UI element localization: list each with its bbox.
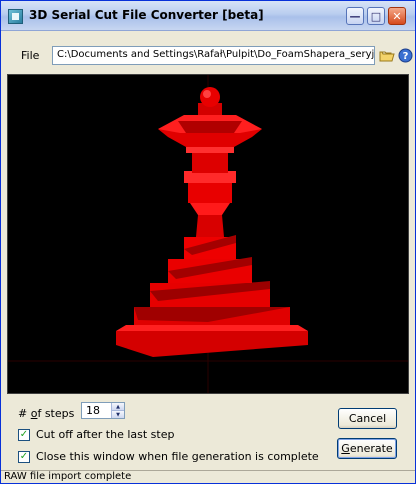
browse-button[interactable]: [377, 46, 396, 65]
spin-down-icon[interactable]: ▼: [111, 410, 124, 418]
model-preview-canvas: [8, 75, 408, 393]
title-bar[interactable]: 3D Serial Cut File Converter [beta] — □ …: [1, 1, 415, 31]
steps-value[interactable]: 18: [86, 404, 100, 417]
status-bar: RAW file import complete: [1, 470, 415, 483]
svg-text:?: ?: [403, 51, 409, 62]
help-button[interactable]: ?: [396, 46, 415, 65]
spin-up-icon[interactable]: ▲: [111, 403, 124, 410]
close-icon: ✕: [392, 9, 402, 23]
minimize-icon: —: [349, 9, 361, 23]
steps-label: # of steps: [18, 407, 74, 420]
status-text: RAW file import complete: [4, 471, 132, 482]
minimize-button[interactable]: —: [346, 7, 364, 25]
close-window-option[interactable]: ✓ Close this window when file generation…: [18, 450, 319, 463]
close-window-label: Close this window when file generation i…: [36, 450, 319, 463]
converter-window: 3D Serial Cut File Converter [beta] — □ …: [0, 0, 416, 484]
file-path-field[interactable]: C:\Documents and Settings\Rafał\Pulpit\D…: [52, 46, 375, 65]
model-preview[interactable]: [7, 74, 409, 394]
close-button[interactable]: ✕: [388, 7, 406, 25]
maximize-button[interactable]: □: [367, 7, 385, 25]
cancel-button[interactable]: Cancel: [338, 408, 397, 429]
file-row: File C:\Documents and Settings\Rafał\Pul…: [1, 45, 415, 69]
steps-spinner[interactable]: 18 ▲ ▼: [81, 402, 125, 419]
app-icon: [8, 9, 23, 24]
maximize-icon: □: [370, 9, 382, 23]
options-panel: # of steps 18 ▲ ▼ ✓ Cut off after the la…: [1, 397, 415, 469]
close-window-checkbox[interactable]: ✓: [18, 450, 30, 463]
cut-off-label: Cut off after the last step: [36, 428, 175, 441]
cancel-button-label: Cancel: [348, 412, 387, 425]
window-title: 3D Serial Cut File Converter [beta]: [29, 8, 264, 22]
steps-label-rest: f steps: [37, 407, 75, 420]
generate-mnemonic: G: [341, 442, 350, 455]
generate-label-rest: enerate: [349, 442, 393, 455]
cut-off-checkbox[interactable]: ✓: [18, 428, 30, 441]
steps-spinner-arrows: ▲ ▼: [111, 403, 124, 418]
steps-label-prefix: #: [18, 407, 28, 420]
cut-off-option[interactable]: ✓ Cut off after the last step: [18, 428, 174, 441]
folder-open-icon: [379, 51, 395, 61]
generate-button[interactable]: Generate: [337, 438, 397, 459]
file-label: File: [21, 49, 40, 62]
help-icon: ?: [398, 48, 413, 63]
generate-button-label: Generate: [341, 442, 392, 455]
